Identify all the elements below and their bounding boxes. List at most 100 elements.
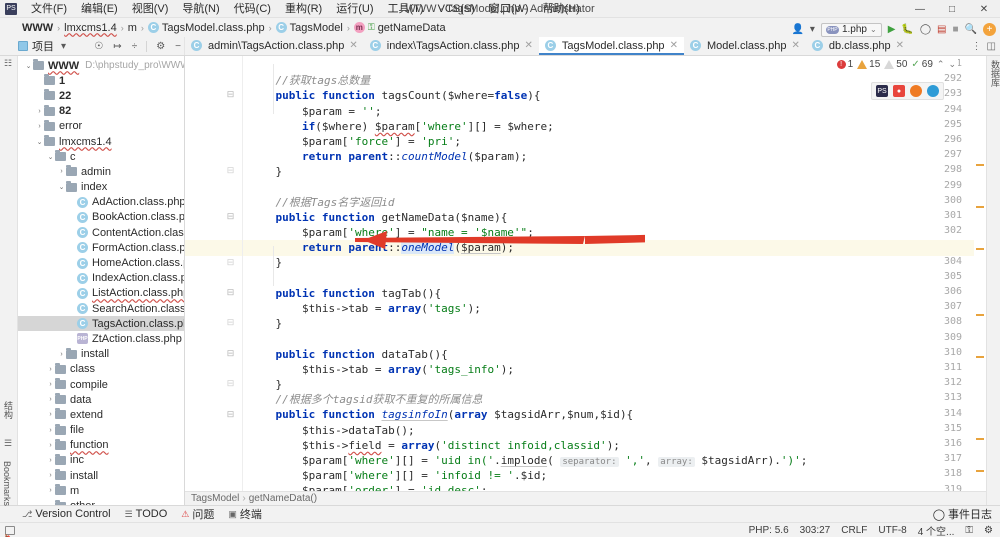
menu-bar[interactable]: 文件(F) 编辑(E) 视图(V) 导航(N) 代码(C) 重构(R) 运行(U) 工具(T)… (24, 0, 587, 18)
tool-window-2[interactable]: ⚠ 问题 (181, 506, 214, 522)
close-tab-icon[interactable]: ✕ (896, 40, 904, 51)
menu-item-7[interactable]: 工具(T) (381, 0, 431, 18)
tree-item-lmxcms1-4[interactable]: ⌄ lmxcms1.4 (18, 134, 184, 149)
breadcrumb-item-3[interactable]: C TagsModel.class.php (147, 22, 265, 34)
project-tool-icon[interactable]: ☷ (4, 58, 12, 69)
menu-item-9[interactable]: 窗口(W) (482, 0, 536, 18)
close-tab-icon[interactable]: ✕ (670, 40, 678, 51)
tree-item-m[interactable]: › m (18, 483, 184, 498)
structure-tool-label[interactable]: 结构 (2, 401, 15, 419)
status-item-0[interactable]: PHP: 5.6 (749, 525, 789, 536)
breadcrumb-item-2[interactable]: m (128, 22, 137, 34)
tree-item-adaction-class-php[interactable]: C AdAction.class.php (18, 195, 184, 210)
fold-collapse-icon[interactable]: ⊟ (225, 287, 236, 298)
fold-end-icon[interactable]: ⊟ (225, 378, 236, 389)
code-line-310[interactable]: public function dataTab(){ (243, 347, 986, 362)
firefox-icon[interactable] (910, 85, 922, 97)
code-line-294[interactable]: $param = ''; (243, 104, 986, 119)
tool-window-3[interactable]: ▣ 终端 (228, 506, 262, 522)
project-panel-header[interactable]: 项目 ▾ ☉ ↦ ÷ ⚙ − (0, 37, 185, 55)
code-line-296[interactable]: $param['force'] = 'pri'; (243, 134, 986, 149)
breadcrumb-item-0[interactable]: WWW (22, 22, 53, 34)
phpstorm-icon[interactable]: PS (876, 85, 888, 97)
fold-collapse-icon[interactable]: ⊟ (225, 348, 236, 359)
editor-gutter[interactable] (185, 56, 243, 505)
user-icon[interactable]: 👤 (791, 24, 803, 35)
tree-item-formaction-class-php[interactable]: C FormAction.class.php (18, 240, 184, 255)
run-configuration-selector[interactable]: PHP 1.php ⌄ (820, 22, 882, 37)
tree-item-compile[interactable]: › compile (18, 377, 184, 392)
menu-item-0[interactable]: 文件(F) (24, 0, 74, 18)
tree-item-other[interactable]: other (18, 498, 184, 505)
code-content[interactable]: //获取tags总数量 public function tagsCount($w… (243, 56, 986, 505)
close-tab-icon[interactable]: ✕ (524, 40, 532, 51)
chevron-right-icon[interactable]: › (46, 457, 55, 464)
fold-end-icon[interactable]: ⊟ (225, 165, 236, 176)
close-tab-icon[interactable]: ✕ (349, 40, 357, 51)
code-line-311[interactable]: $this->tab = array('tags_info'); (243, 362, 986, 377)
fold-collapse-icon[interactable]: ⊟ (225, 409, 236, 420)
tool-window-1[interactable]: ☰ TODO (125, 508, 168, 520)
status-item-2[interactable]: CRLF (841, 525, 867, 536)
code-line-295[interactable]: if($where) $param['where'][] = $where; (243, 119, 986, 134)
menu-item-10[interactable]: 帮助(H) (536, 0, 587, 18)
code-line-306[interactable]: public function tagTab(){ (243, 286, 986, 301)
tree-item-index[interactable]: ⌄ index (18, 180, 184, 195)
editor-breadcrumb-class[interactable]: TagsModel (191, 493, 239, 504)
bookmarks-tool-label[interactable]: Bookmarks (2, 461, 12, 506)
menu-item-6[interactable]: 运行(U) (329, 0, 380, 18)
tree-item-bookaction-class-php[interactable]: C BookAction.class.php (18, 210, 184, 225)
tree-item-install[interactable]: › install (18, 468, 184, 483)
tree-item-listaction-class-php[interactable]: C ListAction.class.php (18, 286, 184, 301)
editor-tab-1[interactable]: Cindex\TagsAction.class.php ✕ (364, 37, 539, 55)
fold-end-icon[interactable]: ⊟ (225, 257, 236, 268)
tree-item-install[interactable]: › install (18, 347, 184, 362)
right-tool-strip[interactable]: 数据库 (986, 56, 1000, 505)
run-button[interactable]: ▶ (888, 24, 896, 35)
code-line-303[interactable]: return parent::oneModel($param); (243, 240, 986, 256)
error-count-badge[interactable]: ! 1 (836, 59, 853, 70)
tree-item-www[interactable]: ⌄ WWW D:\phpstudy_pro\WWW (18, 58, 184, 73)
editor-tab-bar[interactable]: Cadmin\TagsAction.class.php ✕ Cindex\TagsA… (185, 37, 968, 55)
structure-icon[interactable]: ☰ (4, 438, 12, 449)
chevron-right-icon[interactable]: › (46, 411, 55, 418)
status-bar-right[interactable]: PHP: 5.6 303:27 CRLF UTF-8 4 个空... ⚿ ⚙ (749, 523, 1000, 537)
settings-gear-icon[interactable]: ⚙ (153, 41, 168, 52)
code-line-301[interactable]: public function getNameData($name){ (243, 210, 986, 225)
tab-bar-actions[interactable]: ⋮ ◫ (968, 37, 1000, 55)
code-line-300[interactable]: //根据Tags名字返回id (243, 195, 986, 210)
database-tool-label[interactable]: 数据库 (989, 60, 1000, 87)
inspection-widget[interactable]: ! 1 15 50 ✓ 69 ⌃ ⌄ (834, 59, 958, 70)
typo-count-badge[interactable]: ✓ 69 (911, 59, 933, 70)
chevron-right-icon[interactable]: › (57, 168, 66, 175)
database-icon[interactable]: ◫ (987, 41, 996, 52)
tree-item-tagsaction-class-php[interactable]: C TagsAction.class.php (18, 316, 184, 332)
expand-icon[interactable]: ÷ (129, 41, 141, 52)
code-line-309[interactable] (243, 331, 986, 346)
editor-tab-0[interactable]: Cadmin\TagsAction.class.php ✕ (185, 37, 364, 55)
chrome-icon[interactable]: ● (893, 85, 905, 97)
tool-window-0[interactable]: ⎇ Version Control (22, 508, 111, 520)
breadcrumb-item-5[interactable]: m ⚿ getNameData (353, 22, 446, 34)
chevron-down-icon[interactable]: ▾ (58, 41, 69, 52)
editor-tab-3[interactable]: C Model.class.php ✕ (684, 37, 806, 55)
tree-item-82[interactable]: › 82 (18, 104, 184, 119)
editor-tab-2[interactable]: C TagsModel.class.php ✕ (538, 37, 685, 55)
menu-item-2[interactable]: 视图(V) (125, 0, 176, 18)
tree-item-ztaction-class-php[interactable]: PHP ZtAction.class.php (18, 331, 184, 346)
chevron-right-icon[interactable]: › (57, 351, 66, 358)
menu-item-4[interactable]: 代码(C) (227, 0, 278, 18)
menu-item-1[interactable]: 编辑(E) (74, 0, 125, 18)
tree-item-data[interactable]: › data (18, 392, 184, 407)
fold-end-icon[interactable]: ⊟ (225, 317, 236, 328)
chevron-right-icon[interactable]: › (46, 442, 55, 449)
code-line-299[interactable] (243, 180, 986, 195)
chevron-right-icon[interactable]: › (46, 487, 55, 494)
tree-item-contentaction-class-php[interactable]: C ContentAction.class.php (18, 225, 184, 240)
code-line-307[interactable]: $this->tab = array('tags'); (243, 301, 986, 316)
code-line-297[interactable]: return parent::countModel($param); (243, 149, 986, 164)
code-line-313[interactable]: //根据多个tagsid获取不重复的所属信息 (243, 392, 986, 407)
tool-window-bar[interactable]: ⎇ Version Control ☰ TODO ⚠ 问题 ▣ 终端 ◯ 事件日志 (0, 505, 1000, 522)
editor-tab-4[interactable]: Cdb.class.php ✕ (806, 37, 910, 55)
next-problem-icon[interactable]: ⌄ (948, 59, 956, 70)
